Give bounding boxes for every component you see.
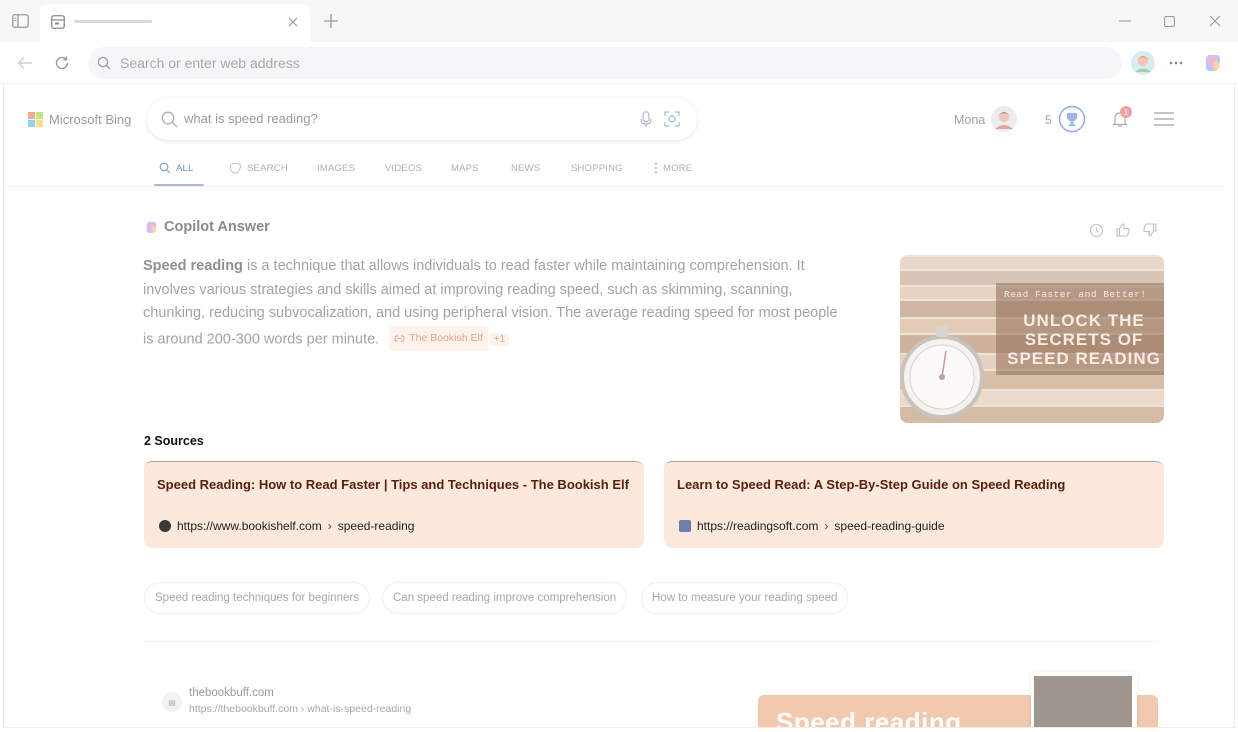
- user-name[interactable]: Mona: [954, 113, 985, 127]
- copilot-answer-title: Copilot Answer: [164, 219, 270, 235]
- tab-label: IMAGES: [317, 162, 356, 174]
- source-path: speed-reading: [337, 519, 415, 533]
- tab-news[interactable]: NEWS: [511, 158, 540, 178]
- copilot-answer-heading: Copilot Answer: [144, 219, 270, 235]
- tab-images[interactable]: IMAGES: [317, 158, 355, 178]
- tab-label: ALL: [176, 162, 194, 174]
- source-domain: https://readingsoft.com: [697, 519, 819, 533]
- rewards-points[interactable]: 5: [1045, 113, 1052, 127]
- copilot-icon[interactable]: [1201, 51, 1225, 75]
- window-border: [3, 727, 1235, 728]
- visual-search-icon[interactable]: [662, 109, 682, 129]
- tab-label: MORE: [663, 162, 693, 174]
- hero-headline-3: SPEED READING: [1007, 349, 1161, 368]
- window-border: [3, 84, 4, 728]
- new-tab-icon[interactable]: [320, 10, 342, 32]
- bing-logo-text: Microsoft Bing: [49, 112, 132, 127]
- rewards-trophy-icon[interactable]: [1058, 105, 1086, 133]
- microphone-icon[interactable]: [636, 109, 656, 129]
- sidebar-toggle-icon[interactable]: [10, 11, 30, 31]
- search-query-text[interactable]: what is speed reading?: [184, 111, 318, 126]
- hero-tagline: Read Faster and Better!: [1004, 289, 1147, 300]
- minimize-icon[interactable]: [1114, 10, 1136, 32]
- source-domain: https://www.bookishelf.com: [177, 519, 322, 533]
- bing-search-box[interactable]: what is speed reading?: [147, 98, 697, 140]
- bing-results-page: Microsoft Bing what is speed reading? Mo…: [4, 84, 1234, 728]
- address-bar[interactable]: [88, 47, 1122, 79]
- more-options-icon[interactable]: [1165, 52, 1187, 74]
- tab-search[interactable]: SEARCH: [229, 158, 288, 178]
- section-divider: [144, 641, 1156, 642]
- source-card[interactable]: Speed Reading: How to Read Faster | Tips…: [144, 461, 644, 548]
- result-site-name[interactable]: thebookbuff.com: [189, 687, 274, 699]
- hamburger-menu-icon[interactable]: [1152, 109, 1176, 129]
- source-url[interactable]: https://readingsoft.com › speed-reading-…: [679, 519, 945, 533]
- answer-highlight-term: Speed reading: [143, 258, 243, 274]
- result-photo-thumbnail[interactable]: [1031, 672, 1137, 728]
- breadcrumb-separator: ›: [824, 519, 829, 533]
- user-avatar[interactable]: [990, 105, 1018, 133]
- copilot-search-icon: [229, 162, 242, 174]
- search-icon: [95, 54, 113, 72]
- search-icon: [159, 162, 171, 174]
- source-path: speed-reading-guide: [834, 519, 945, 533]
- close-tab-icon[interactable]: [284, 13, 302, 31]
- close-window-icon[interactable]: [1204, 10, 1226, 32]
- tab-strip: [0, 0, 1238, 42]
- tab-label: MAPS: [451, 162, 479, 174]
- copilot-logo-icon: [146, 221, 157, 233]
- thumbnail-text: Speed reading: [776, 707, 962, 728]
- source-title[interactable]: Learn to Speed Read: A Step-By-Step Guid…: [677, 477, 1065, 492]
- browser-toolbar: [0, 42, 1238, 84]
- citation-chip[interactable]: The Bookish Elf: [389, 325, 488, 351]
- sources-heading: 2 Sources: [144, 434, 204, 448]
- tab-favicon-icon: [49, 13, 67, 31]
- citation-more[interactable]: +1: [489, 332, 510, 346]
- tab-label: NEWS: [511, 162, 541, 174]
- suggestion-chip[interactable]: Speed reading techniques for beginners: [144, 582, 370, 614]
- tab-label: SHOPPING: [571, 162, 623, 174]
- bookishelf-favicon-icon: [159, 520, 171, 532]
- tab-more[interactable]: MORE: [654, 158, 692, 178]
- suggestion-chip[interactable]: Can speed reading improve comprehension: [382, 582, 628, 614]
- microsoft-logo-icon: [28, 112, 43, 127]
- copilot-answer-body: Speed reading is a technique that allows…: [143, 255, 843, 351]
- source-url[interactable]: https://www.bookishelf.com › speed-readi…: [159, 519, 414, 533]
- maximize-icon[interactable]: [1158, 10, 1180, 32]
- breadcrumb-separator: ›: [327, 519, 332, 533]
- thumbs-up-icon[interactable]: [1113, 220, 1133, 240]
- tab-maps[interactable]: MAPS: [451, 158, 479, 178]
- thumbs-down-icon[interactable]: [1140, 220, 1160, 240]
- citation-source: The Bookish Elf: [409, 331, 483, 344]
- regenerate-icon[interactable]: [1086, 220, 1106, 240]
- tab-title-placeholder: [74, 20, 152, 23]
- header-divider: [4, 186, 1224, 187]
- refresh-icon[interactable]: [51, 52, 73, 74]
- speed-reading-hero-image[interactable]: Read Faster and Better! UNLOCK THE SECRE…: [900, 255, 1164, 423]
- active-tab[interactable]: [40, 4, 310, 42]
- suggestion-chip[interactable]: How to measure your reading speed: [641, 582, 849, 614]
- tab-all[interactable]: ALL: [159, 158, 194, 178]
- result-url[interactable]: https://thebookbuff.com › what-is-speed-…: [189, 703, 411, 715]
- address-input[interactable]: [120, 47, 1100, 79]
- tab-label: SEARCH: [247, 162, 288, 174]
- hero-headline-2: SECRETS OF: [1024, 330, 1144, 349]
- back-icon[interactable]: [14, 52, 36, 74]
- source-title[interactable]: Speed Reading: How to Read Faster | Tips…: [157, 477, 629, 492]
- source-card[interactable]: Learn to Speed Read: A Step-By-Step Guid…: [664, 461, 1164, 548]
- profile-avatar[interactable]: [1130, 50, 1156, 76]
- more-vertical-icon: [655, 163, 657, 173]
- tab-videos[interactable]: VIDEOS: [385, 158, 422, 178]
- search-icon: [160, 110, 178, 128]
- tab-label: VIDEOS: [385, 162, 423, 174]
- hero-headline-1: UNLOCK THE: [1023, 311, 1145, 330]
- site-favicon-icon: ▤: [162, 692, 182, 712]
- link-icon: [394, 335, 405, 342]
- window-border: [1234, 84, 1235, 728]
- notification-badge: 1: [1120, 106, 1132, 118]
- bing-logo[interactable]: Microsoft Bing: [28, 112, 131, 127]
- readingsoft-favicon-icon: [679, 520, 691, 532]
- tab-shopping[interactable]: SHOPPING: [571, 158, 623, 178]
